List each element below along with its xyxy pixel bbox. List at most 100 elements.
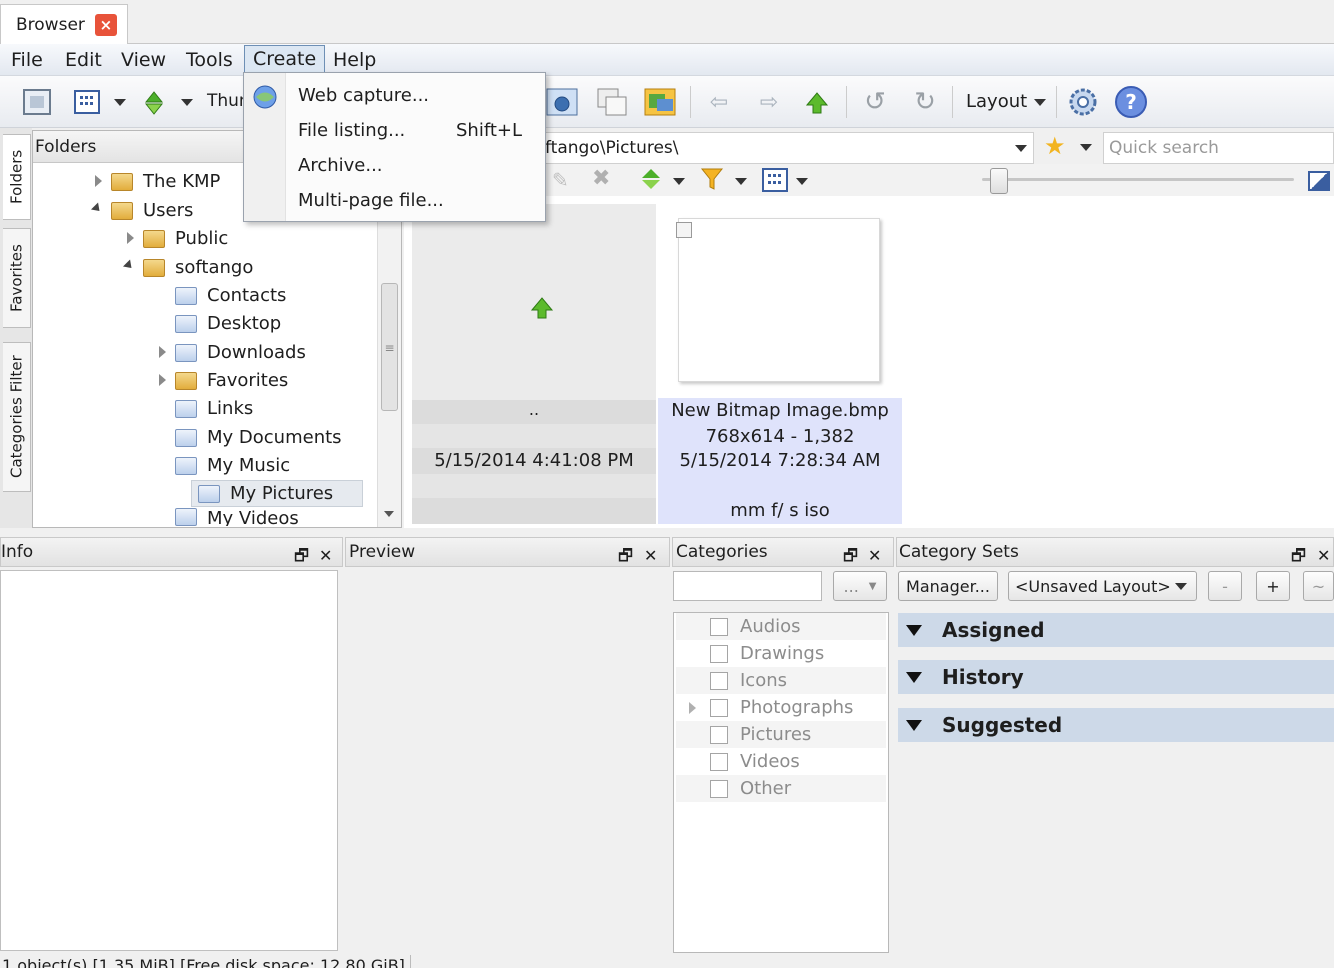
tree-item-selected[interactable]: My Pictures — [191, 480, 363, 507]
help-icon[interactable]: ? — [1114, 85, 1148, 119]
thumbnail-size-slider-track[interactable] — [982, 178, 1294, 181]
collapse-triangle-icon[interactable] — [906, 719, 922, 731]
category-checkbox[interactable] — [710, 617, 728, 636]
view-mode-dropdown-icon[interactable] — [796, 178, 808, 185]
side-tab-categories-filter[interactable]: Categories Filter — [3, 342, 31, 492]
rotate-left-icon[interactable]: ↺ — [858, 85, 892, 119]
category-checkbox[interactable] — [710, 779, 728, 798]
category-group-history[interactable]: History — [898, 660, 1334, 694]
copy-image-icon[interactable] — [595, 85, 629, 119]
collapse-icon[interactable] — [122, 259, 136, 272]
category-item[interactable]: Audios — [676, 613, 886, 640]
menu-item-archive[interactable]: Archive... — [298, 151, 383, 181]
tree-item[interactable]: Desktop — [175, 310, 281, 337]
category-group-assigned[interactable]: Assigned — [898, 613, 1334, 647]
side-tab-folders[interactable]: Folders — [3, 134, 31, 220]
layout-select[interactable]: <Unsaved Layout> — [1008, 571, 1197, 601]
quick-search-input[interactable]: Quick search — [1103, 132, 1334, 164]
layout-button-label[interactable]: Layout — [966, 91, 1027, 112]
menu-create[interactable]: Create — [244, 45, 326, 73]
category-item[interactable]: Other — [676, 775, 886, 802]
category-group-suggested[interactable]: Suggested — [898, 708, 1334, 742]
manager-button[interactable]: Manager... — [898, 571, 998, 601]
expand-icon[interactable] — [689, 702, 696, 714]
thumbnail-size-slider-handle[interactable] — [990, 168, 1008, 194]
tree-item[interactable]: Links — [175, 395, 253, 422]
add-set-button[interactable]: + — [1256, 571, 1290, 601]
expand-icon[interactable] — [127, 232, 134, 244]
tree-item[interactable]: My Documents — [175, 424, 342, 451]
category-checkbox[interactable] — [710, 671, 728, 690]
side-tab-favorites[interactable]: Favorites — [3, 228, 31, 328]
tree-item[interactable]: Favorites — [159, 367, 288, 394]
grid-view-icon[interactable] — [70, 85, 104, 119]
fullscreen-icon[interactable] — [20, 85, 54, 119]
tree-item[interactable]: My Videos — [175, 508, 299, 526]
tilde-button[interactable]: ~ — [1303, 571, 1334, 601]
menu-help[interactable]: Help — [325, 47, 384, 73]
thumbnail-checkbox[interactable] — [676, 222, 692, 238]
browser-tab[interactable]: Browser × — [0, 4, 128, 44]
remove-set-button[interactable]: - — [1208, 571, 1242, 601]
address-dropdown-icon[interactable] — [1015, 145, 1027, 152]
collapse-triangle-icon[interactable] — [906, 671, 922, 683]
menu-item-file-listing[interactable]: File listing... — [298, 116, 405, 146]
gear-icon[interactable] — [1066, 85, 1100, 119]
thumbnail-parent-folder[interactable]: .. 5/15/2014 4:41:08 PM — [412, 204, 656, 524]
float-icon[interactable]: 🗗 — [618, 542, 633, 570]
tree-item[interactable]: Public — [127, 225, 228, 252]
layout-dropdown-icon[interactable] — [1034, 99, 1046, 106]
rotate-right-icon[interactable]: ↻ — [908, 85, 942, 119]
grid-view-dropdown-icon[interactable] — [114, 99, 126, 106]
category-item[interactable]: Videos — [676, 748, 886, 775]
collapse-triangle-icon[interactable] — [906, 624, 922, 636]
sort-icon[interactable] — [638, 166, 664, 196]
menu-item-web-capture[interactable]: Web capture... — [298, 81, 429, 111]
tree-item[interactable]: My Music — [175, 452, 290, 479]
favorites-dropdown-icon[interactable] — [1080, 144, 1092, 151]
scroll-down-icon[interactable] — [384, 511, 394, 517]
category-checkbox[interactable] — [710, 725, 728, 744]
delete-icon[interactable]: ✖ — [592, 166, 610, 191]
filter-funnel-icon[interactable] — [700, 166, 724, 196]
expand-icon[interactable] — [159, 346, 166, 358]
close-tab-icon[interactable]: × — [94, 13, 117, 36]
menu-tools[interactable]: Tools — [178, 47, 241, 73]
float-icon[interactable]: 🗗 — [843, 542, 858, 570]
view-mode-icon[interactable] — [762, 168, 788, 196]
menu-view[interactable]: View — [113, 47, 174, 73]
up-folder-icon[interactable] — [800, 85, 834, 119]
menu-item-multi-page-file[interactable]: Multi-page file... — [298, 186, 444, 216]
tree-item[interactable]: softango — [122, 254, 253, 281]
category-checkbox[interactable] — [710, 644, 728, 663]
expand-icon[interactable] — [95, 175, 102, 187]
edit-icon[interactable]: ✎ — [552, 168, 569, 192]
panel-maximize-icon[interactable] — [1308, 171, 1330, 191]
scroll-thumb[interactable]: ≡ — [381, 283, 398, 411]
close-icon[interactable]: ✕ — [644, 542, 657, 570]
expand-icon[interactable] — [159, 374, 166, 386]
category-item[interactable]: Pictures — [676, 721, 886, 748]
close-icon[interactable]: ✕ — [868, 542, 881, 570]
sync-dropdown-icon[interactable] — [181, 99, 193, 106]
star-favorite-icon[interactable]: ★ — [1044, 132, 1066, 160]
forward-arrow-icon[interactable]: ⇨ — [752, 85, 786, 119]
sort-dropdown-icon[interactable] — [673, 178, 685, 185]
sync-green-icon[interactable] — [137, 85, 171, 119]
thumbnail-new-bitmap[interactable]: New Bitmap Image.bmp 768x614 - 1,382 5/1… — [658, 204, 902, 524]
close-icon[interactable]: ✕ — [319, 542, 332, 570]
back-arrow-icon[interactable]: ⇦ — [702, 85, 736, 119]
menu-file[interactable]: File — [3, 47, 51, 73]
close-icon[interactable]: ✕ — [1317, 542, 1330, 570]
tree-item[interactable]: Users — [90, 197, 193, 224]
collapse-icon[interactable] — [90, 202, 104, 215]
category-checkbox[interactable] — [710, 698, 728, 717]
tree-item[interactable]: Downloads — [159, 339, 306, 366]
image-convert-icon[interactable] — [643, 85, 677, 119]
tree-item[interactable]: The KMP — [95, 168, 220, 195]
float-icon[interactable]: 🗗 — [294, 542, 309, 570]
category-options-button[interactable]: ... ▼ — [833, 571, 887, 601]
float-icon[interactable]: 🗗 — [1291, 542, 1306, 570]
menu-edit[interactable]: Edit — [57, 47, 110, 73]
camera-icon[interactable] — [545, 85, 579, 119]
